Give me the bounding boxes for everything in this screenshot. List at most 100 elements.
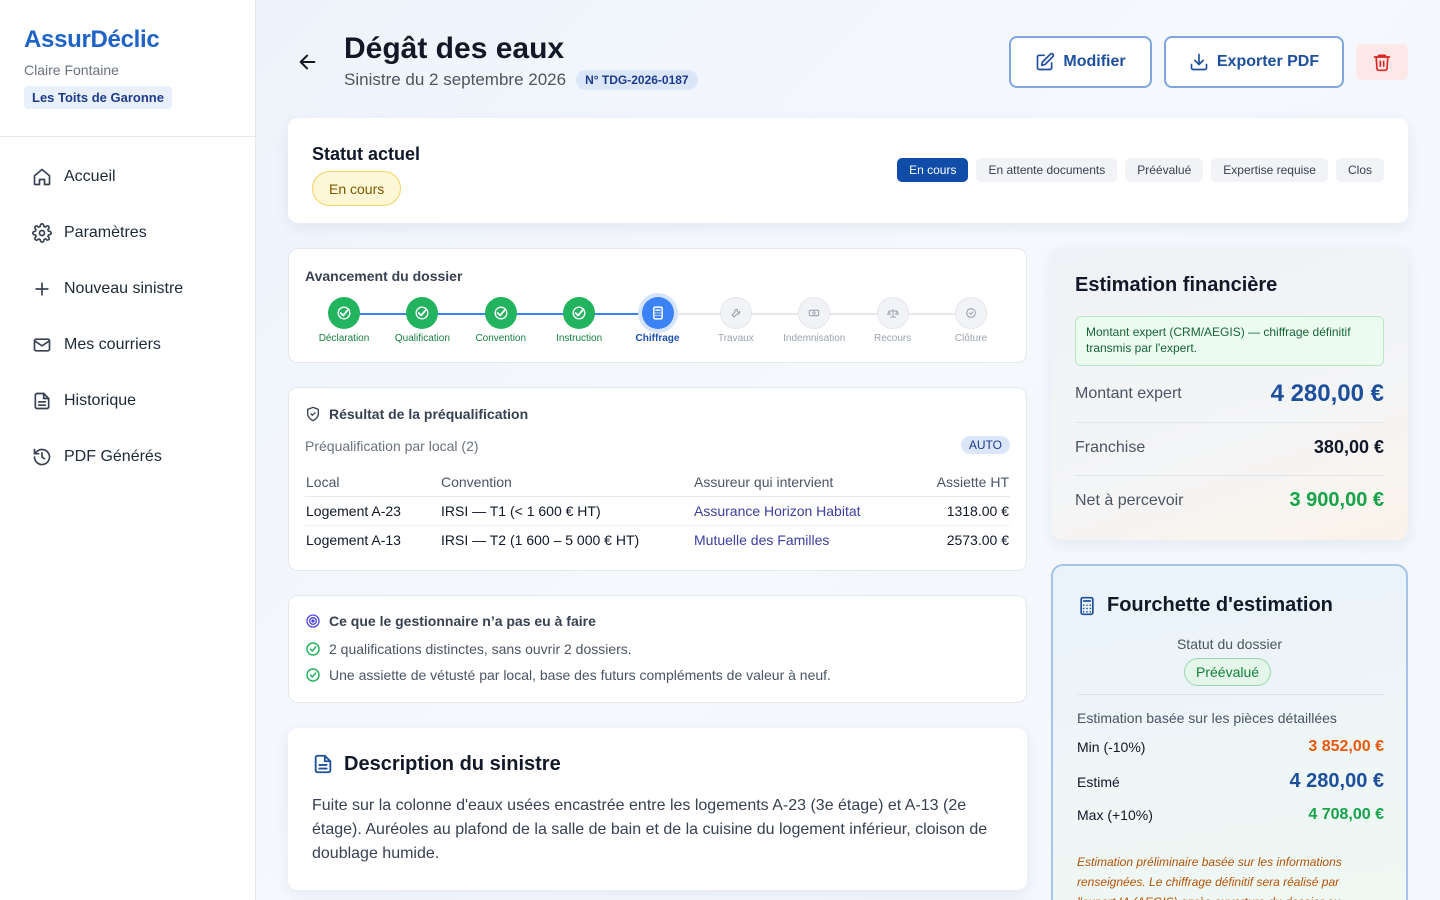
sidebar: AssurDéclic Claire Fontaine Les Toits de…	[0, 0, 256, 900]
financial-row-franchise: Franchise 380,00 €	[1075, 437, 1384, 458]
benefits-header: Ce que le gestionnaire n’a pas eu à fair…	[305, 613, 596, 629]
table-header-row: Local Convention Assureur qui intervient…	[305, 468, 1010, 497]
wrench-icon	[719, 297, 752, 329]
auto-badge: AUTO	[960, 436, 1010, 454]
sidebar-item-pdf-generes[interactable]: PDF Générés	[0, 429, 255, 485]
sidebar-item-label: PDF Générés	[64, 448, 162, 465]
modify-button[interactable]: Modifier	[1009, 36, 1152, 88]
check-icon	[563, 297, 596, 329]
benefit-text: Une assiette de vétusté par local, base …	[329, 667, 831, 683]
brand-block: AssurDéclic Claire Fontaine Les Toits de…	[0, 0, 255, 137]
step-indemnisation[interactable]: Indemnisation	[774, 297, 854, 344]
description-card: Description du sinistre Fuite sur la col…	[288, 728, 1027, 890]
description-title: Description du sinistre	[344, 752, 561, 775]
check-circle-icon	[306, 642, 320, 656]
range-row-max: Max (+10%) 4 708,00 €	[1077, 806, 1384, 824]
delete-button[interactable]	[1356, 44, 1408, 80]
modify-label: Modifier	[1063, 53, 1126, 70]
sidebar-item-nouveau-sinistre[interactable]: Nouveau sinistre	[0, 261, 255, 317]
benefit-text: 2 qualifications distinctes, sans ouvrir…	[329, 641, 632, 657]
status-card: Statut actuel En cours En cours En atten…	[288, 118, 1408, 223]
cell-local: Logement A-23	[305, 496, 440, 526]
status-selector: En cours En attente documents Préévalué …	[897, 158, 1384, 182]
benefits-card: Ce que le gestionnaire n’a pas eu à fair…	[288, 595, 1027, 703]
export-pdf-button[interactable]: Exporter PDF	[1164, 36, 1344, 88]
prequalification-header: Résultat de la préqualification	[305, 406, 528, 422]
range-title: Fourchette d'estimation	[1107, 594, 1333, 616]
step-label: Qualification	[394, 333, 450, 344]
column-header-convention: Convention	[440, 468, 693, 497]
divider	[1075, 422, 1384, 423]
scale-icon	[876, 297, 909, 329]
step-label: Chiffrage	[635, 333, 680, 344]
financial-row-net: Net à percevoir 3 900,00 €	[1075, 489, 1384, 512]
organization-badge: Les Toits de Garonne	[24, 86, 172, 109]
progress-stepper: Déclaration Qualification Convention Instru…	[305, 297, 1010, 349]
file-text-icon	[314, 754, 332, 774]
franchise-amount: 380,00 €	[1313, 437, 1384, 457]
step-qualification[interactable]: Qualification	[382, 297, 462, 344]
step-label: Clôture	[954, 333, 988, 344]
cell-local: Logement A-13	[306, 531, 401, 548]
download-icon	[1190, 53, 1208, 71]
step-recours[interactable]: Recours	[853, 297, 933, 344]
divider	[1075, 475, 1384, 476]
range-max-value: 4 708,00 €	[1308, 806, 1384, 823]
status-option-preevalue[interactable]: Préévalué	[1125, 158, 1204, 182]
net-amount: 3 900,00 €	[1289, 489, 1384, 511]
check-icon	[484, 297, 517, 329]
sidebar-item-parametres[interactable]: Paramètres	[0, 205, 255, 261]
benefits-title: Ce que le gestionnaire n’a pas eu à fair…	[329, 613, 596, 629]
home-icon	[32, 167, 52, 187]
sidebar-item-historique[interactable]: Historique	[0, 373, 255, 429]
sidebar-item-label: Accueil	[64, 168, 116, 185]
check-circle-icon	[955, 297, 987, 329]
history-icon	[32, 447, 52, 467]
sidebar-item-label: Nouveau sinistre	[64, 280, 184, 297]
step-label: Convention	[475, 333, 527, 344]
step-label: Indemnisation	[783, 333, 846, 344]
brand-logo[interactable]: AssurDéclic	[24, 26, 231, 54]
status-option-clos[interactable]: Clos	[1335, 158, 1384, 182]
sidebar-item-label: Paramètres	[64, 224, 147, 241]
status-option-en-attente-documents[interactable]: En attente documents	[976, 158, 1118, 182]
status-option-expertise-requise[interactable]: Expertise requise	[1211, 158, 1328, 182]
folder-status-label: Statut du dossier	[1176, 636, 1283, 652]
step-convention[interactable]: Convention	[461, 297, 541, 344]
status-option-en-cours[interactable]: En cours	[897, 158, 969, 182]
step-label: Instruction	[556, 333, 603, 344]
step-cloture[interactable]: Clôture	[931, 297, 1011, 344]
range-estimated-value: 4 280,00 €	[1289, 770, 1384, 792]
column-header-local: Local	[305, 468, 440, 497]
back-button[interactable]	[294, 48, 322, 76]
range-label: Max (+10%)	[1077, 807, 1153, 823]
prequalification-table: Local Convention Assureur qui intervient…	[305, 468, 1010, 554]
gear-icon	[32, 223, 52, 243]
financial-label: Franchise	[1075, 438, 1146, 456]
step-instruction[interactable]: Instruction	[539, 297, 619, 344]
reference-badge: N° TDG-2026-0187	[576, 70, 698, 90]
step-travaux[interactable]: Travaux	[696, 297, 776, 344]
sidebar-item-accueil[interactable]: Accueil	[0, 149, 255, 205]
folder-status-badge: Préévalué	[1184, 658, 1272, 686]
sidebar-item-label: Mes courriers	[64, 336, 161, 353]
description-text: Fuite sur la colonne d'eaux usées encast…	[312, 797, 988, 862]
calculator-icon	[1080, 596, 1094, 615]
range-label: Estimé	[1077, 773, 1120, 790]
sidebar-item-label: Historique	[64, 392, 137, 409]
benefit-item: 2 qualifications distinctes, sans ouvrir…	[305, 641, 632, 657]
target-icon	[306, 614, 320, 628]
step-declaration[interactable]: Déclaration	[304, 297, 384, 344]
step-chiffrage[interactable]: Chiffrage	[618, 297, 698, 344]
cell-insurer-link[interactable]: Assurance Horizon Habitat	[693, 496, 913, 526]
expert-amount: 4 280,00 €	[1270, 380, 1384, 407]
estimate-range-card: Fourchette d'estimation Statut du dossie…	[1051, 564, 1408, 900]
divider	[1077, 694, 1384, 695]
sidebar-item-mes-courriers[interactable]: Mes courriers	[0, 317, 255, 373]
cell-convention: IRSI — T2 (1 600 – 5 000 € HT)	[441, 531, 640, 548]
trash-icon	[1373, 54, 1391, 72]
cell-convention: IRSI — T1 (< 1 600 € HT)	[440, 496, 693, 526]
cell-insurer-link[interactable]: Mutuelle des Familles	[693, 525, 913, 554]
financial-label: Net à percevoir	[1075, 491, 1184, 509]
check-circle-icon	[306, 668, 320, 682]
